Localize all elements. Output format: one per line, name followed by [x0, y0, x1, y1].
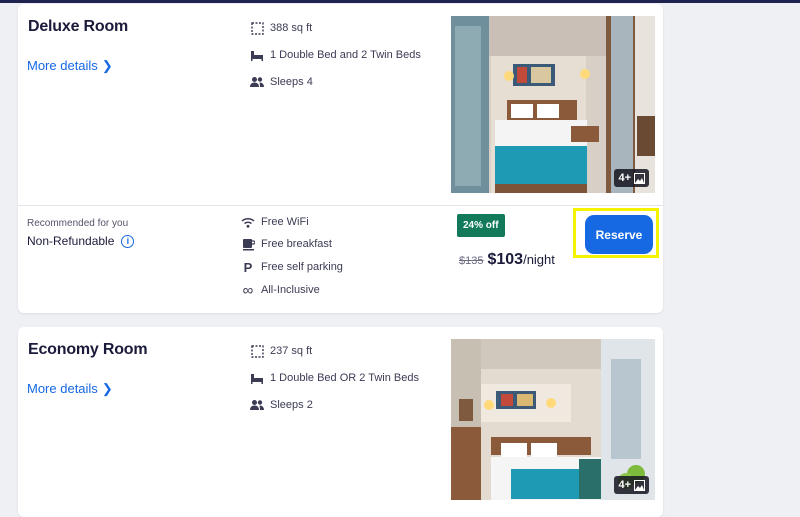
room-card-economy: Economy Room More details ❯ 237 sq ft 1 D…: [18, 327, 663, 517]
room-beds-text: 1 Double Bed OR 2 Twin Beds: [270, 372, 419, 384]
amenity-breakfast: Free breakfast: [241, 237, 332, 251]
room-size: 388 sq ft: [250, 21, 312, 35]
more-details-label: More details: [27, 58, 98, 73]
recommended-label: Recommended for you: [27, 218, 129, 229]
room-size-text: 237 sq ft: [270, 345, 313, 357]
floor-plan-icon: [250, 21, 264, 35]
gallery-icon: [634, 479, 645, 491]
parking-icon: P: [243, 259, 253, 275]
amenity-text: Free breakfast: [261, 238, 332, 250]
people-icon: [250, 75, 264, 89]
room-sleeps-text: Sleeps 4: [270, 76, 313, 88]
room-title: Deluxe Room: [28, 18, 129, 35]
refund-policy-text: Non-Refundable: [27, 234, 115, 248]
per-night-label: /night: [523, 252, 555, 267]
room-beds: 1 Double Bed and 2 Twin Beds: [250, 48, 421, 62]
chevron-right-icon: ❯: [101, 381, 113, 396]
room-size-text: 388 sq ft: [270, 22, 313, 34]
infinity-icon: ∞: [242, 281, 254, 299]
photo-gallery-badge[interactable]: 4+: [614, 169, 649, 187]
room-photo[interactable]: 4+: [451, 16, 655, 193]
original-price: $135: [459, 255, 484, 267]
info-icon[interactable]: i: [121, 234, 135, 248]
room-title: Economy Room: [28, 341, 148, 358]
amenity-text: Free self parking: [261, 261, 343, 273]
amenity-text: All-Inclusive: [261, 284, 320, 296]
amenity-all-inclusive: ∞ All-Inclusive: [241, 281, 320, 299]
room-beds-text: 1 Double Bed and 2 Twin Beds: [270, 49, 421, 61]
discount-badge: 24% off: [457, 214, 505, 237]
more-details-link[interactable]: More details ❯: [27, 381, 113, 397]
room-card-deluxe: Deluxe Room More details ❯ 388 sq ft 1 Do…: [18, 4, 663, 313]
gallery-icon: [634, 172, 645, 184]
amenity-wifi: Free WiFi: [241, 215, 309, 229]
price-block: $135 $103/night: [459, 251, 555, 269]
bed-icon: [250, 371, 264, 385]
floor-plan-icon: [250, 344, 264, 358]
card-divider: [18, 205, 663, 206]
room-sleeps: Sleeps 4: [250, 75, 313, 89]
top-bar: [0, 0, 800, 3]
coffee-cup-icon: [241, 237, 255, 251]
more-details-link[interactable]: More details ❯: [27, 58, 113, 74]
room-sleeps-text: Sleeps 2: [270, 399, 313, 411]
photo-gallery-badge[interactable]: 4+: [614, 476, 649, 494]
more-details-label: More details: [27, 381, 98, 396]
refund-policy: Non-Refundable i: [27, 234, 135, 248]
room-beds: 1 Double Bed OR 2 Twin Beds: [250, 371, 419, 385]
amenity-text: Free WiFi: [261, 216, 309, 228]
amenity-parking: P Free self parking: [241, 259, 343, 275]
room-sleeps: Sleeps 2: [250, 398, 313, 412]
current-price: $103: [487, 251, 524, 268]
reserve-button[interactable]: Reserve: [585, 215, 653, 254]
room-photo[interactable]: 4+: [451, 339, 655, 500]
chevron-right-icon: ❯: [101, 58, 113, 73]
room-size: 237 sq ft: [250, 344, 312, 358]
photo-count: 4+: [618, 172, 631, 184]
bed-icon: [250, 48, 264, 62]
people-icon: [250, 398, 264, 412]
wifi-icon: [241, 215, 255, 229]
photo-count: 4+: [618, 479, 631, 491]
